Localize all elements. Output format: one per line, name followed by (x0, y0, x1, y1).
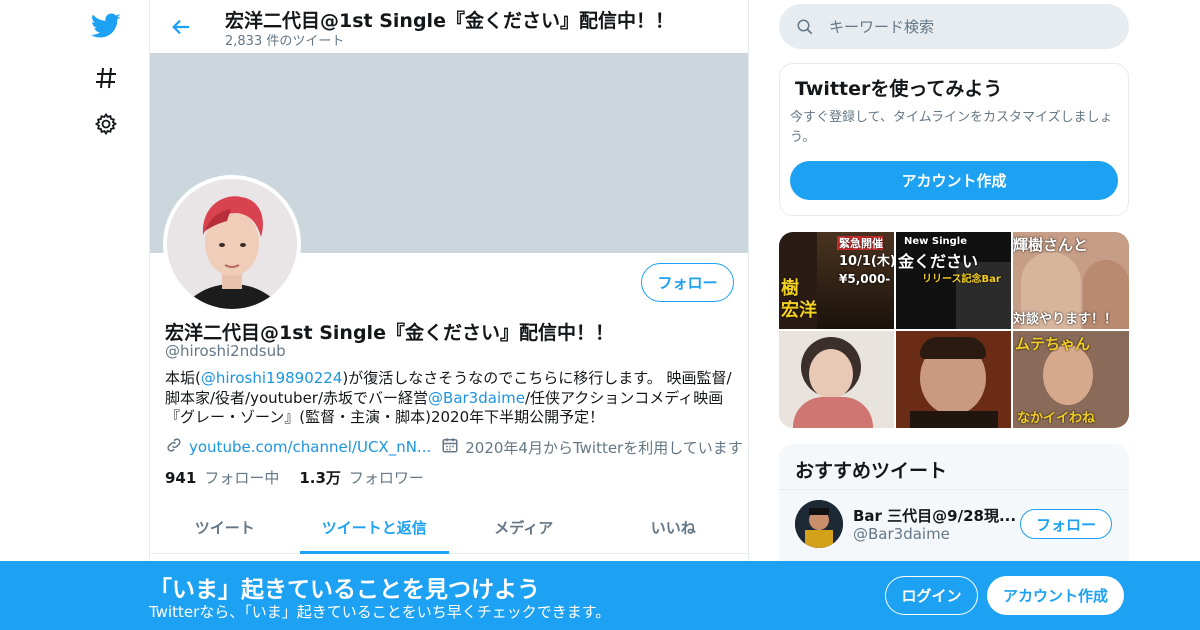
tile-caption: 輝樹さんと (1013, 236, 1089, 254)
header-title: 宏洋二代目@1st Single『金ください』配信中！！ (225, 10, 674, 32)
link-icon (165, 436, 183, 458)
tile-caption: なかイイわね (1017, 411, 1096, 426)
profile-url[interactable]: youtube.com/channel/UCX_nN... (189, 438, 431, 456)
signup-card-description: 今すぐ登録して、タイムラインをカスタマイズしましょう。 (790, 110, 1113, 145)
search-icon (795, 17, 815, 37)
tweet-count: 2,833 件のツイート (225, 34, 345, 49)
bio-mention-link[interactable]: @hiroshi19890224 (201, 369, 343, 387)
tile-caption: 宏洋 (781, 300, 817, 321)
media-tile[interactable]: 輝樹さんと 対談やります！！ (1013, 232, 1129, 329)
recommended-avatar[interactable] (795, 500, 843, 548)
tab-tweets[interactable]: ツイート (150, 502, 300, 553)
signup-card: Twitterを使ってみよう 今すぐ登録して、タイムラインをカスタマイズしましょ… (779, 63, 1129, 216)
follow-button[interactable]: フォロー (641, 263, 734, 302)
following-stat[interactable]: 941 フォロー中 (165, 467, 279, 488)
twitter-profile-page: 宏洋二代目@1st Single『金ください』配信中！！ 2,833 件のツイー… (0, 0, 1200, 630)
bio-mention-link[interactable]: @Bar3daime (428, 389, 525, 407)
tile-caption: リリース記念Bar (922, 274, 1001, 285)
profile-header: 宏洋二代目@1st Single『金ください』配信中！！ 2,833 件のツイー… (150, 0, 748, 53)
following-count: 941 (165, 469, 197, 487)
media-tile[interactable]: 緊急開催 10/1(木) ¥5,000- 樹 宏洋 (779, 232, 894, 329)
followers-label: フォロワー (348, 469, 424, 487)
bio-text: 本垢( (165, 369, 201, 387)
profile-meta: youtube.com/channel/UCX_nN... 2020年4月からT… (165, 436, 743, 458)
recommended-title: おすすめツイート (795, 460, 948, 482)
tile-caption: New Single (904, 236, 967, 247)
back-arrow-icon[interactable] (166, 12, 196, 42)
followers-count: 1.3万 (299, 469, 341, 487)
follow-stats: 941 フォロー中 1.3万 フォロワー (165, 467, 424, 488)
tab-media[interactable]: メディア (449, 502, 599, 553)
media-tile[interactable] (896, 331, 1011, 428)
recommended-user-handle: @Bar3daime (853, 525, 950, 543)
tab-tweets-and-replies[interactable]: ツイートと返信 (299, 502, 450, 554)
bottom-bar-title: 「いま」起きていることを見つけよう (149, 577, 540, 603)
media-grid: 緊急開催 10/1(木) ¥5,000- 樹 宏洋 New Single 金くだ… (779, 232, 1129, 428)
joined-date: 2020年4月からTwitterを利用しています (465, 438, 743, 457)
hashtag-icon[interactable] (88, 60, 124, 96)
profile-column: 宏洋二代目@1st Single『金ください』配信中！！ 2,833 件のツイー… (149, 0, 749, 630)
tab-likes[interactable]: いいね (599, 502, 749, 553)
profile-bio: 本垢(@hiroshi19890224)が復活しなさそうなのでこちらに移行します… (165, 369, 735, 428)
media-tile[interactable]: ムテちゃん なかイイわね (1013, 331, 1129, 428)
profile-avatar[interactable] (163, 175, 301, 313)
bottom-bar-subtitle: Twitterなら、「いま」起きていることをいち早くチェックできます。 (149, 603, 611, 621)
media-tile[interactable]: New Single 金ください リリース記念Bar (896, 232, 1011, 329)
recommended-user-name[interactable]: Bar 三代目@9/28現... (853, 505, 1016, 526)
gear-icon[interactable] (88, 106, 124, 142)
recommended-follow-button[interactable]: フォロー (1020, 509, 1112, 539)
tile-caption: ¥5,000- (839, 272, 891, 286)
following-label: フォロー中 (204, 469, 280, 487)
profile-name: 宏洋二代目@1st Single『金ください』配信中！！ (165, 322, 614, 344)
tile-caption: 金ください (898, 252, 979, 271)
profile-tabs: ツイート ツイートと返信 メディア いいね (150, 502, 748, 554)
profile-handle: @hiroshi2ndsub (165, 342, 286, 360)
login-button[interactable]: ログイン (885, 576, 978, 615)
signup-card-title: Twitterを使ってみよう (795, 78, 1003, 100)
twitter-logo-icon[interactable] (88, 8, 124, 44)
tile-caption: 緊急開催 (839, 237, 883, 250)
tile-caption: 対談やります！！ (1013, 312, 1118, 327)
signup-prompt-bar: 「いま」起きていることを見つけよう Twitterなら、「いま」起きていることを… (0, 561, 1200, 630)
signup-button[interactable]: アカウント作成 (987, 576, 1124, 615)
create-account-button[interactable]: アカウント作成 (790, 161, 1118, 200)
recommended-user-row[interactable]: Bar 三代目@9/28現... @Bar3daime フォロー (779, 489, 1129, 561)
search-input[interactable]: キーワード検索 (829, 16, 934, 37)
media-tile[interactable] (779, 331, 894, 428)
followers-stat[interactable]: 1.3万 フォロワー (299, 467, 424, 488)
tile-caption: ムテちゃん (1015, 335, 1091, 353)
search-box[interactable]: キーワード検索 (779, 4, 1129, 49)
tile-caption: 10/1(木) (839, 254, 894, 269)
calendar-icon (441, 436, 459, 458)
